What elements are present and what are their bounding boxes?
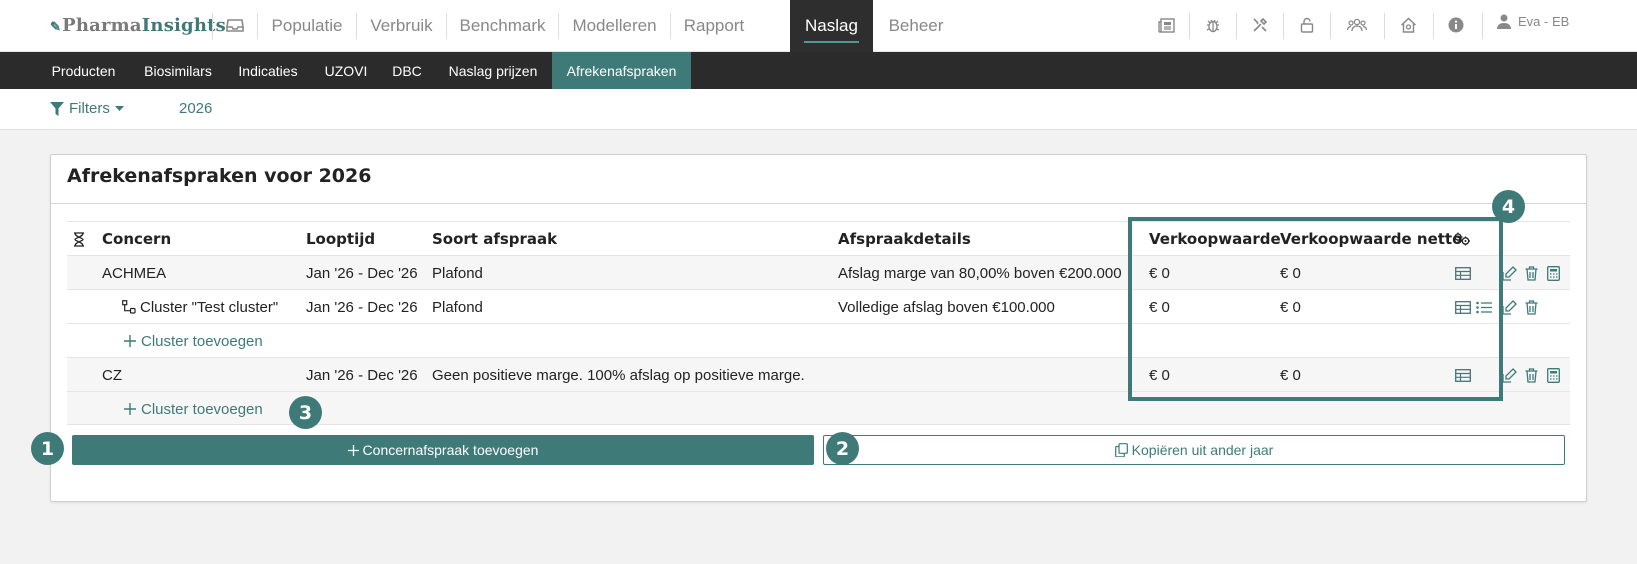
nav-item-rapport[interactable]: Rapport: [671, 0, 757, 52]
app-logo[interactable]: ✎PharmaInsights: [50, 15, 226, 36]
highlight-box: [1128, 217, 1503, 401]
subnav-item-dbc[interactable]: DBC: [381, 52, 433, 89]
trash-icon[interactable]: [1522, 264, 1540, 282]
nav-divider: [1236, 13, 1237, 39]
panel-divider: [51, 203, 1586, 204]
plus-icon: [124, 335, 136, 347]
nav-divider: [1482, 13, 1483, 39]
subnav-item-uzovi[interactable]: UZOVI: [313, 52, 379, 89]
plus-icon: [124, 403, 136, 415]
nav-item-modelleren[interactable]: Modelleren: [559, 0, 670, 52]
nav-item-verbruik[interactable]: Verbruik: [357, 0, 446, 52]
nav-divider: [1189, 13, 1190, 39]
calculator-icon[interactable]: [1544, 264, 1562, 282]
cell-soort: Geen positieve marge. 100% afslag op pos…: [432, 366, 805, 384]
user-name: Eva - EB: [1518, 14, 1570, 29]
nav-item-benchmark[interactable]: Benchmark: [447, 0, 558, 52]
add-cluster-button[interactable]: Cluster toevoegen: [124, 392, 263, 426]
active-underline: [804, 41, 859, 43]
calculator-icon[interactable]: [1544, 366, 1562, 384]
hourglass-icon[interactable]: [73, 222, 85, 256]
logo-pill-icon: ✎: [50, 20, 62, 35]
user-menu[interactable]: Eva - EB: [1497, 14, 1569, 29]
col-header-soort[interactable]: Soort afspraak: [432, 222, 557, 256]
subnav-item-biosimilars[interactable]: Biosimilars: [131, 52, 225, 89]
sub-navigation: Producten Biosimilars Indicaties UZOVI D…: [0, 52, 1637, 89]
callout-badge-1: 1: [31, 432, 64, 465]
cell-looptijd: Jan '26 - Dec '26: [306, 264, 418, 282]
add-cluster-button[interactable]: Cluster toevoegen: [124, 324, 263, 358]
user-icon: [1497, 14, 1511, 29]
filters-dropdown[interactable]: Filters: [50, 100, 124, 117]
bug-icon[interactable]: [1201, 13, 1225, 37]
col-header-details[interactable]: Afspraakdetails: [838, 222, 971, 256]
funnel-icon: [50, 101, 64, 116]
subnav-item-producten[interactable]: Producten: [38, 52, 129, 89]
home-settings-icon[interactable]: [1396, 13, 1420, 37]
info-icon[interactable]: [1444, 13, 1468, 37]
copy-from-other-year-button[interactable]: Kopiëren uit ander jaar: [823, 435, 1565, 465]
nav-item-beheer[interactable]: Beheer: [873, 0, 959, 52]
col-header-concern[interactable]: Concern: [102, 222, 171, 256]
copy-icon: [1114, 443, 1128, 457]
cell-concern: Cluster "Test cluster": [122, 290, 278, 324]
inbox-icon[interactable]: [223, 13, 247, 37]
nav-item-populatie[interactable]: Populatie: [258, 0, 356, 52]
nav-divider: [212, 13, 213, 39]
trash-icon[interactable]: [1522, 366, 1540, 384]
col-header-looptijd[interactable]: Looptijd: [306, 222, 375, 256]
top-navigation: ✎PharmaInsights Populatie Verbruik Bench…: [0, 0, 1637, 52]
unlock-icon[interactable]: [1295, 13, 1319, 37]
nav-divider: [1433, 13, 1434, 39]
plus-icon: [347, 444, 359, 456]
users-icon[interactable]: [1345, 13, 1369, 37]
filter-year-value[interactable]: 2026: [179, 100, 212, 117]
cell-soort: Plafond: [432, 264, 483, 282]
cell-concern: CZ: [102, 366, 122, 384]
newspaper-icon[interactable]: [1154, 13, 1178, 37]
nav-divider: [1330, 13, 1331, 39]
subnav-item-afrekenafspraken[interactable]: Afrekenafspraken: [552, 52, 691, 89]
callout-badge-3: 3: [289, 396, 322, 429]
subnav-item-naslag-prijzen[interactable]: Naslag prijzen: [435, 52, 551, 89]
trash-icon[interactable]: [1522, 298, 1540, 316]
panel-title: Afrekenafspraken voor 2026: [67, 165, 372, 187]
cell-details: Volledige afslag boven €100.000: [838, 298, 1055, 316]
cell-details: Afslag marge van 80,00% boven €200.000: [838, 264, 1122, 282]
callout-badge-2: 2: [826, 432, 859, 465]
subnav-item-indicaties[interactable]: Indicaties: [227, 52, 309, 89]
tools-icon[interactable]: [1248, 13, 1272, 37]
filter-bar: Filters 2026: [0, 89, 1637, 130]
cluster-tree-icon: [122, 300, 136, 314]
nav-divider: [1283, 13, 1284, 39]
add-concern-agreement-button[interactable]: Concernafspraak toevoegen: [72, 435, 814, 465]
callout-badge-4: 4: [1492, 190, 1525, 223]
cell-soort: Plafond: [432, 298, 483, 316]
cell-looptijd: Jan '26 - Dec '26: [306, 366, 418, 384]
cell-looptijd: Jan '26 - Dec '26: [306, 298, 418, 316]
cell-concern: ACHMEA: [102, 264, 167, 282]
nav-divider: [1384, 13, 1385, 39]
caret-down-icon: [114, 105, 124, 111]
nav-item-naslag[interactable]: Naslag: [790, 0, 873, 52]
